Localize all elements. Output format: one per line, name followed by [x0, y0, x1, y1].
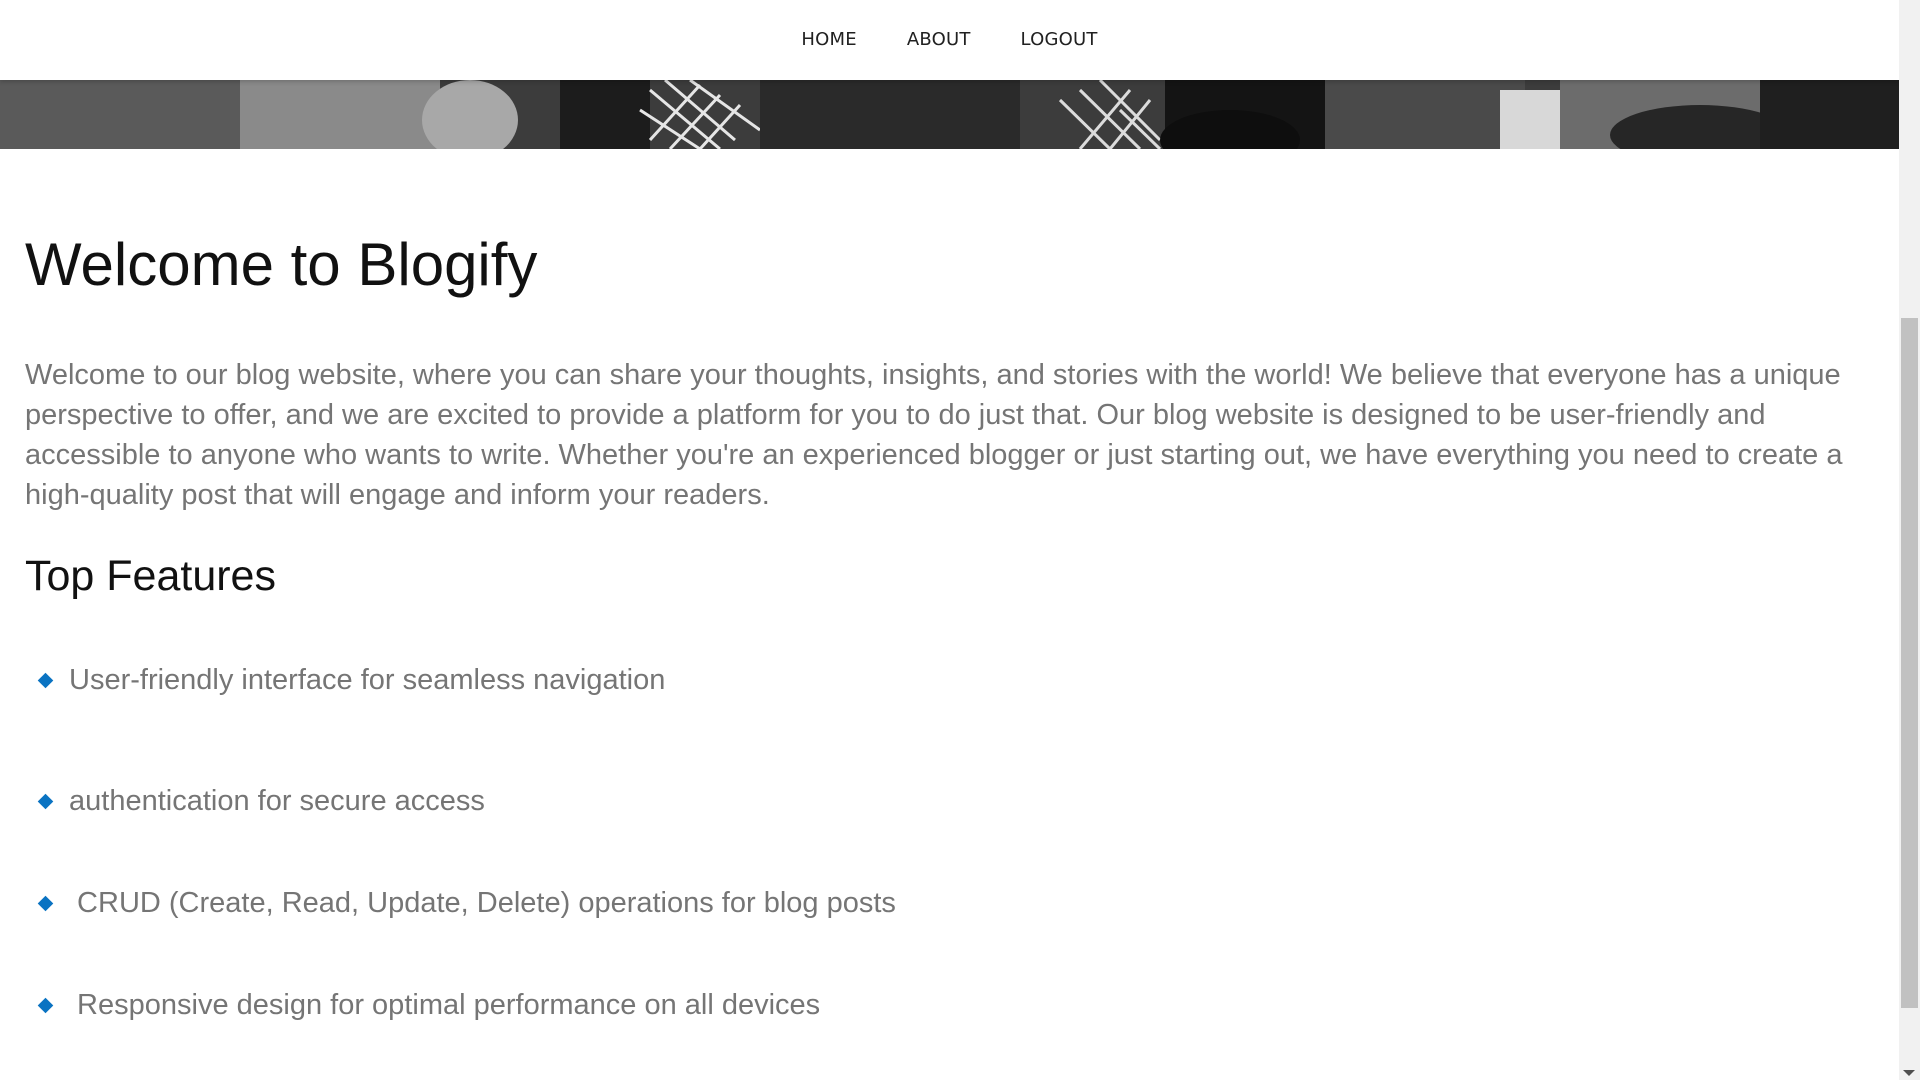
scroll-down-arrow-icon[interactable]: [1903, 1070, 1915, 1076]
diamond-bullet-icon: [37, 793, 54, 809]
feature-text: Responsive design for optimal performanc…: [69, 988, 821, 1021]
nav-about-link[interactable]: ABOUT: [882, 0, 996, 80]
intro-paragraph: Welcome to our blog website, where you c…: [25, 359, 1843, 511]
list-item: User-friendly interface for seamless nav…: [25, 648, 1875, 712]
diamond-bullet-icon: [37, 997, 54, 1013]
list-item: authentication for secure access: [25, 750, 1875, 852]
hero-image: [0, 80, 1899, 149]
vertical-scrollbar[interactable]: [1899, 0, 1920, 1080]
page: HOME ABOUT LOGOUT Welcome to Blogify Wel…: [0, 0, 1920, 1080]
list-item: CRUD (Create, Read, Update, Delete) oper…: [25, 852, 1875, 954]
diamond-bullet-icon: [37, 895, 54, 911]
browser-viewport: HOME ABOUT LOGOUT Welcome to Blogify Wel…: [0, 0, 1899, 1080]
hero-photo-graphic: [0, 80, 1899, 149]
diamond-bullet-icon: [37, 672, 54, 688]
nav-logout-link[interactable]: LOGOUT: [996, 0, 1123, 80]
feature-text: User-friendly interface for seamless nav…: [69, 663, 666, 696]
scrollbar-thumb[interactable]: [1901, 318, 1918, 1008]
main-content: Welcome to Blogify Welcome to our blog w…: [25, 149, 1875, 1056]
features-heading: Top Features: [25, 552, 276, 600]
list-item: Responsive design for optimal performanc…: [25, 954, 1875, 1056]
features-list: User-friendly interface for seamless nav…: [25, 648, 1875, 1056]
top-navigation: HOME ABOUT LOGOUT: [0, 0, 1899, 80]
feature-text: CRUD (Create, Read, Update, Delete) oper…: [69, 886, 896, 919]
nav-home-link[interactable]: HOME: [776, 0, 881, 80]
feature-text: authentication for secure access: [69, 784, 485, 817]
page-title: Welcome to Blogify: [25, 231, 538, 298]
